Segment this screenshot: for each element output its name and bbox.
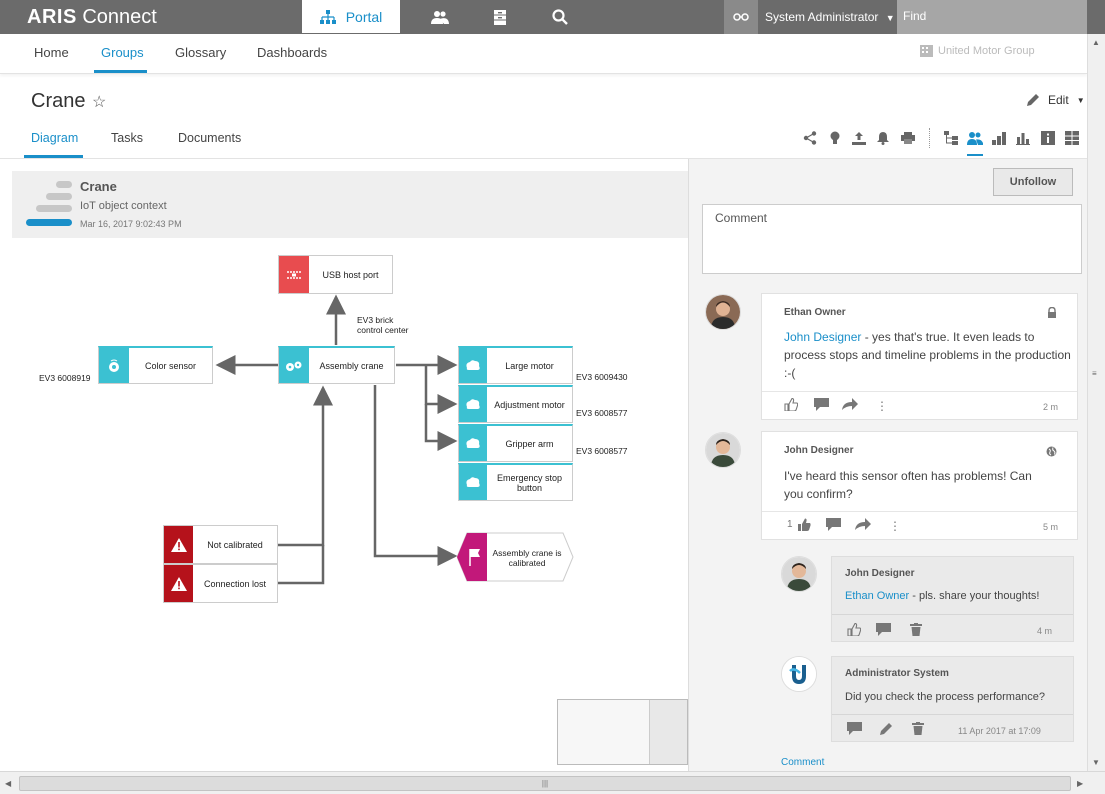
ev3-6008577-label-a: EV3 6008577 bbox=[576, 408, 628, 418]
forward-arrow-icon[interactable] bbox=[842, 398, 858, 413]
mention-link[interactable]: Ethan Owner bbox=[845, 590, 909, 602]
print-icon[interactable] bbox=[900, 130, 916, 146]
forward-arrow-icon[interactable] bbox=[855, 518, 871, 533]
person-photo-icon bbox=[706, 295, 740, 329]
comment-footer bbox=[762, 391, 1077, 421]
notification-bell-icon[interactable] bbox=[875, 130, 891, 146]
grid-view-icon[interactable] bbox=[1064, 130, 1080, 146]
gears-icon bbox=[279, 348, 309, 383]
calibrated-event-label: Assembly crane is calibrated bbox=[492, 548, 562, 568]
reply-author: John Designer bbox=[845, 568, 915, 579]
avatar bbox=[781, 656, 817, 692]
emergency-stop-node[interactable]: Emergency stop button bbox=[458, 463, 573, 501]
reply-bubble-icon[interactable] bbox=[847, 722, 862, 738]
like-icon[interactable] bbox=[784, 397, 799, 414]
trash-icon[interactable] bbox=[910, 623, 922, 639]
vertical-scrollbar[interactable] bbox=[1087, 34, 1105, 771]
share-icon[interactable] bbox=[802, 130, 818, 146]
reply-author: Administrator System bbox=[845, 668, 949, 679]
ev3-6009430-label: EV3 6009430 bbox=[576, 372, 628, 382]
toolbar-separator bbox=[929, 128, 930, 148]
comment-time: 5 m bbox=[1043, 522, 1059, 532]
not-calibrated-node[interactable]: Not calibrated bbox=[163, 525, 278, 564]
building-icon bbox=[920, 45, 933, 57]
pencil-icon[interactable] bbox=[879, 722, 893, 739]
warning-icon bbox=[164, 565, 193, 602]
diagram-connectors bbox=[215, 294, 458, 585]
user-avatar-button[interactable] bbox=[724, 0, 758, 34]
upload-icon[interactable] bbox=[851, 130, 867, 146]
glasses-icon bbox=[733, 13, 749, 21]
large-motor-node[interactable]: Large motor bbox=[458, 346, 573, 384]
like-count: 1 bbox=[787, 519, 793, 530]
avatar bbox=[781, 556, 817, 592]
caret-down-icon: ▼ bbox=[885, 13, 895, 23]
collaboration-icon[interactable] bbox=[967, 130, 983, 146]
warning-icon bbox=[164, 526, 193, 563]
motor-icon bbox=[459, 426, 487, 461]
sensor-icon bbox=[99, 348, 129, 383]
lock-icon bbox=[1047, 305, 1057, 323]
unfollow-button[interactable]: Unfollow bbox=[993, 168, 1073, 196]
port-icon bbox=[279, 256, 309, 293]
comment-text: John Designer - yes that's true. It even… bbox=[784, 330, 1071, 380]
find-input[interactable]: Find bbox=[897, 0, 1087, 34]
reply-time: 4 m bbox=[1037, 626, 1053, 636]
reply-bubble-icon[interactable] bbox=[814, 398, 829, 414]
comment-time: 2 m bbox=[1043, 402, 1059, 412]
reply-bubble-icon[interactable] bbox=[826, 518, 841, 534]
lightbulb-icon[interactable] bbox=[827, 130, 843, 146]
comment-text: I've heard this sensor often has problem… bbox=[784, 469, 1032, 501]
like-icon[interactable] bbox=[847, 622, 862, 639]
reply-text: Did you check the process performance? bbox=[845, 691, 1045, 703]
bar-chart-icon[interactable] bbox=[1015, 130, 1031, 146]
edit-menu-button[interactable]: Edit ▼ bbox=[1026, 93, 1085, 107]
connection-lost-node[interactable]: Connection lost bbox=[163, 564, 278, 603]
toolbar-active-indicator bbox=[967, 154, 983, 156]
more-options-icon[interactable]: ⋮ bbox=[889, 519, 901, 533]
user-menu[interactable]: System Administrator ▼ bbox=[765, 10, 895, 24]
comment-author: Ethan Owner bbox=[784, 307, 846, 318]
avatar bbox=[705, 294, 741, 330]
steps-icon[interactable] bbox=[991, 130, 1007, 146]
structure-icon[interactable] bbox=[943, 130, 959, 146]
motor-icon bbox=[459, 465, 487, 500]
like-icon[interactable] bbox=[797, 518, 811, 534]
add-comment-link[interactable]: Comment bbox=[781, 757, 824, 768]
trash-icon[interactable] bbox=[912, 722, 924, 738]
info-icon[interactable] bbox=[1040, 130, 1056, 146]
scroll-down-arrow-icon[interactable]: ▼ bbox=[1092, 758, 1100, 767]
reply-bubble-icon[interactable] bbox=[876, 623, 891, 639]
caret-down-icon: ▼ bbox=[1076, 95, 1085, 105]
globe-icon bbox=[1046, 444, 1057, 462]
adjustment-motor-node[interactable]: Adjustment motor bbox=[458, 385, 573, 423]
company-logo-icon bbox=[782, 657, 816, 691]
gripper-arm-node[interactable]: Gripper arm bbox=[458, 424, 573, 462]
reply-time: 11 Apr 2017 at 17:09 bbox=[958, 726, 1041, 736]
motor-icon bbox=[459, 348, 487, 383]
minimap-viewport[interactable] bbox=[649, 700, 687, 764]
avatar bbox=[705, 432, 741, 468]
motor-icon bbox=[459, 387, 487, 422]
scroll-right-arrow-icon[interactable]: ▶ bbox=[1077, 779, 1083, 788]
scroll-up-arrow-icon[interactable]: ▲ bbox=[1092, 38, 1100, 47]
ev3-brick-label: EV3 brick control center bbox=[357, 315, 409, 335]
person-photo-icon bbox=[782, 557, 816, 591]
pencil-icon bbox=[1027, 94, 1039, 106]
ev3-6008919-label: EV3 6008919 bbox=[39, 373, 91, 383]
comment-input[interactable]: Comment bbox=[702, 204, 1082, 274]
assembly-crane-node[interactable]: Assembly crane bbox=[278, 346, 395, 384]
reply-text: Ethan Owner - pls. share your thoughts! bbox=[845, 590, 1040, 602]
organization-selector[interactable]: United Motor Group bbox=[920, 45, 1035, 57]
person-photo-icon bbox=[706, 433, 740, 467]
mention-link[interactable]: John Designer bbox=[784, 330, 861, 344]
comment-author: John Designer bbox=[784, 445, 854, 456]
horizontal-scroll-thumb[interactable]: ||| bbox=[19, 776, 1071, 791]
scroll-grip-icon[interactable]: ≡ bbox=[1092, 369, 1097, 378]
more-options-icon[interactable]: ⋮ bbox=[876, 399, 888, 413]
usb-host-port-node[interactable]: USB host port bbox=[278, 255, 393, 294]
ev3-6008577-label-b: EV3 6008577 bbox=[576, 446, 628, 456]
color-sensor-node[interactable]: Color sensor bbox=[98, 346, 213, 384]
scroll-left-arrow-icon[interactable]: ◀ bbox=[5, 779, 11, 788]
